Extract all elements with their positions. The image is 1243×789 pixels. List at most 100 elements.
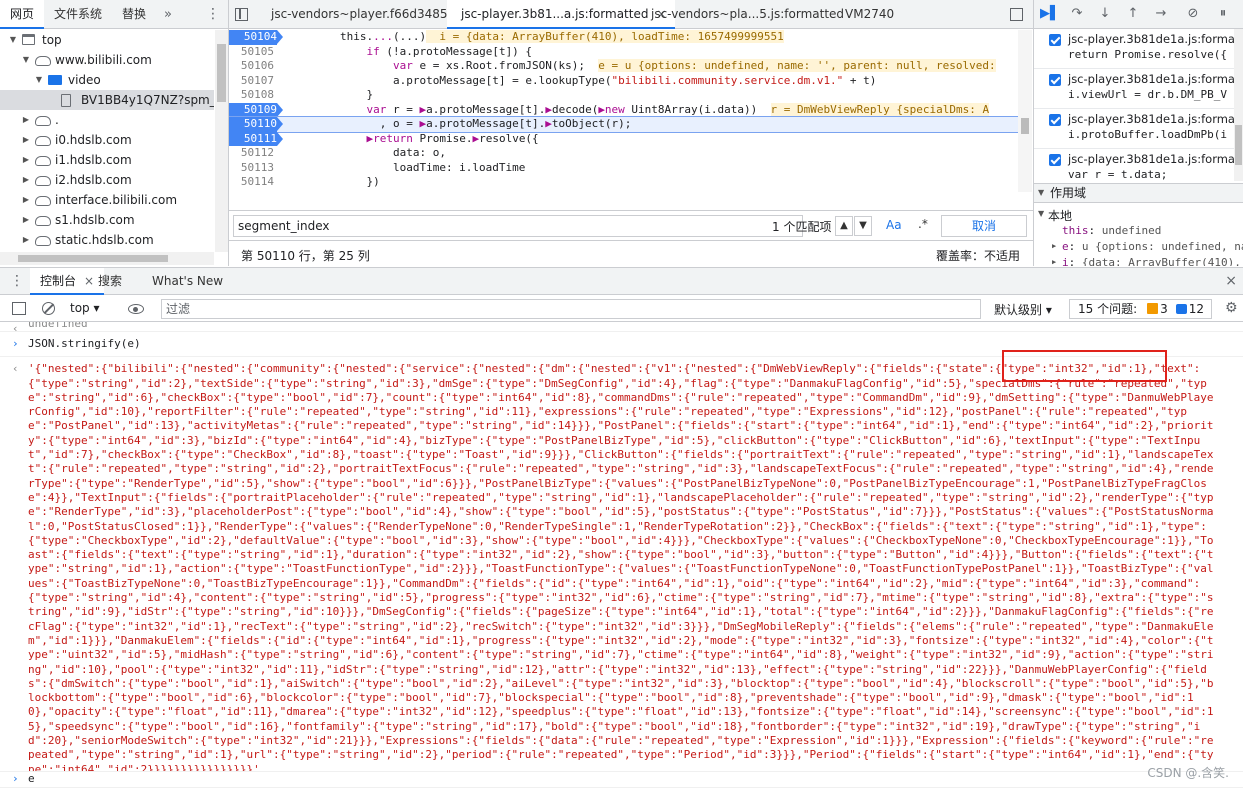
breakpoint-item[interactable]: jsc-player.3b81de1a.js:format... i.viewUr… [1034, 69, 1243, 109]
code-line[interactable]: 50110 , o = ▶a.protoMessage[t].▶toObject… [229, 116, 1018, 133]
line-number[interactable]: 50115 [229, 190, 274, 193]
code-line[interactable]: 50112 data: o, [229, 146, 1018, 161]
chevron-right-icon[interactable]: ▶ [21, 190, 31, 210]
tab-whats-new[interactable]: What's New [142, 268, 233, 295]
gear-icon[interactable]: ⚙ [1225, 300, 1238, 316]
line-number[interactable]: 50106 [229, 59, 274, 74]
deactivate-breakpoints-icon[interactable]: ⊘ [1184, 6, 1202, 21]
console-prompt[interactable]: › e [0, 772, 1243, 789]
code-line[interactable]: 50113 loadTime: i.loadTime [229, 161, 1018, 176]
editor-tab[interactable]: VM2740 [831, 0, 894, 29]
chevron-down-icon[interactable]: ▼ [21, 50, 31, 70]
code-line[interactable]: 50111 ▶return Promise.▶resolve({ [229, 131, 1018, 146]
code-scrollbar[interactable] [1018, 30, 1032, 192]
chevron-right-icon[interactable]: ▶ [21, 210, 31, 230]
tree-item[interactable]: ▶. [0, 110, 214, 130]
tree-item[interactable]: ▼ top [0, 30, 214, 50]
tree-item[interactable]: ▶ interface.bilibili.com [0, 190, 214, 210]
context-selector[interactable]: top ▾ [70, 301, 100, 315]
step-over-icon[interactable]: ↷ [1068, 6, 1086, 21]
tree-item[interactable]: ▼ video [0, 70, 214, 90]
editor-tab[interactable]: jsc-vendors~pla...5.js:formatted [637, 0, 844, 29]
pause-on-exceptions-icon[interactable]: ⏸ [1214, 6, 1232, 21]
scope-variable[interactable]: e: u {options: undefined, na [1052, 240, 1243, 253]
breakpoint-checkbox[interactable] [1049, 154, 1061, 166]
line-number[interactable]: 50112 [229, 146, 274, 161]
breakpoint-checkbox[interactable] [1049, 114, 1061, 126]
code-line[interactable]: 50109 var r = ▶a.protoMessage[t].▶decode… [229, 102, 1018, 117]
chevron-down-icon[interactable]: ▼ [8, 30, 18, 50]
chevron-right-icon[interactable]: ▶ [21, 150, 31, 170]
code-line[interactable]: 50106 var e = xs.Root.fromJSON(ks); e = … [229, 59, 1018, 74]
line-number[interactable]: 50107 [229, 74, 274, 89]
console-sidebar-icon[interactable] [12, 302, 26, 315]
scope-variable[interactable]: this: undefined [1062, 224, 1161, 237]
kebab-menu-icon[interactable]: ⋮ [198, 6, 228, 22]
live-expression-icon[interactable] [128, 304, 144, 314]
breakpoint-item[interactable]: jsc-player.3b81de1a.js:format... return P… [1034, 29, 1243, 69]
code-line[interactable]: 50104 this....(...) i = {data: ArrayBuff… [229, 30, 1018, 45]
scope-variable[interactable]: i: {data: ArrayBuffer(410), [1052, 256, 1241, 266]
resume-icon[interactable]: ▶▌ [1040, 6, 1060, 21]
search-input[interactable] [233, 215, 803, 237]
navigator-hscrollbar[interactable] [0, 252, 214, 265]
tree-item[interactable]: ▼ www.bilibili.com [0, 50, 214, 70]
line-number[interactable]: 50114 [229, 175, 274, 190]
breakpoint-item[interactable]: jsc-player.3b81de1a.js:format... i.protoB… [1034, 109, 1243, 149]
close-drawer-icon[interactable]: × [1225, 273, 1237, 289]
chevron-right-icon[interactable]: ▶ [21, 230, 31, 250]
drawer-menu-icon[interactable]: ⋮ [10, 273, 24, 289]
issues-button[interactable]: 15 个问题: 3 12 [1069, 299, 1212, 319]
step-icon[interactable]: → [1152, 6, 1170, 21]
tree-item[interactable]: BV1BB4y1Q7NZ?spm_id_f [0, 90, 214, 110]
debugger-scrollbar[interactable] [1234, 29, 1243, 181]
tab-search[interactable]: 搜索 [88, 268, 132, 295]
line-number[interactable]: 50113 [229, 161, 274, 176]
tree-item[interactable]: ▶ s1.hdslb.com [0, 210, 214, 230]
step-into-icon[interactable]: ↓ [1096, 6, 1114, 21]
clear-console-icon[interactable] [42, 302, 55, 315]
breakpoint-checkbox[interactable] [1049, 34, 1061, 46]
tree-item[interactable]: ▶ i2.hdslb.com [0, 170, 214, 190]
search-prev-button[interactable]: ▲ [835, 216, 853, 236]
code-line[interactable]: 50108 } [229, 88, 1018, 103]
navigator-scrollbar[interactable] [215, 30, 228, 252]
code-area[interactable]: 50104 this....(...) i = {data: ArrayBuff… [229, 30, 1018, 192]
tree-item[interactable]: ▶ i1.hdslb.com [0, 150, 214, 170]
code-line[interactable]: 50115 } [229, 190, 1018, 193]
regex-button[interactable]: .* [918, 217, 928, 231]
tab-page[interactable]: 网页 [0, 0, 45, 29]
log-level-select[interactable]: 默认级别 ▾ [994, 301, 1052, 318]
tab-overrides[interactable]: 替换 [112, 0, 156, 29]
chevron-down-icon[interactable]: ▼ [34, 70, 44, 90]
navigator-toggle-icon[interactable] [235, 8, 248, 21]
breakpoint-marker[interactable]: 50109 [229, 102, 283, 117]
debugger-toggle-icon[interactable] [1010, 8, 1023, 21]
tab-filesystem[interactable]: 文件系统 [44, 0, 112, 29]
breakpoint-marker[interactable]: 50110 [229, 117, 283, 132]
chevron-right-icon[interactable]: ▶ [21, 170, 31, 190]
match-case-button[interactable]: Aa [886, 218, 902, 232]
code-line[interactable]: 50107 a.protoMessage[t] = e.lookupType("… [229, 74, 1018, 89]
tree-item[interactable]: ▶ static.hdslb.com [0, 230, 214, 250]
tree-item[interactable]: ▶ i0.hdslb.com [0, 130, 214, 150]
line-number[interactable]: 50105 [229, 45, 274, 60]
search-next-button[interactable]: ▼ [854, 216, 872, 236]
more-tabs-icon[interactable]: » [156, 7, 180, 22]
chevron-right-icon[interactable]: ▶ [21, 130, 31, 150]
code-line[interactable]: 50114 }) [229, 175, 1018, 190]
chevron-right-icon[interactable]: ▶ [21, 110, 31, 130]
cloud-icon [35, 176, 51, 186]
scope-local-header[interactable]: 本地 [1038, 207, 1072, 224]
breakpoint-marker[interactable]: 50104 [229, 30, 283, 45]
breakpoint-checkbox[interactable] [1049, 74, 1061, 86]
cancel-button[interactable]: 取消 [941, 215, 1027, 237]
step-out-icon[interactable]: ↑ [1124, 6, 1142, 21]
search-bar: 1 个匹配项 ▲ ▼ Aa .* 取消 [229, 210, 1033, 240]
editor-tab[interactable]: jsc-vendors~player.f66d3485.js [257, 0, 461, 29]
line-number[interactable]: 50108 [229, 88, 274, 103]
code-line[interactable]: 50105 if (!a.protoMessage[t]) { [229, 45, 1018, 60]
scope-section-header[interactable]: 作用域 [1034, 183, 1243, 203]
filter-input[interactable]: 过滤 [161, 299, 981, 319]
breakpoint-marker[interactable]: 50111 [229, 131, 283, 146]
